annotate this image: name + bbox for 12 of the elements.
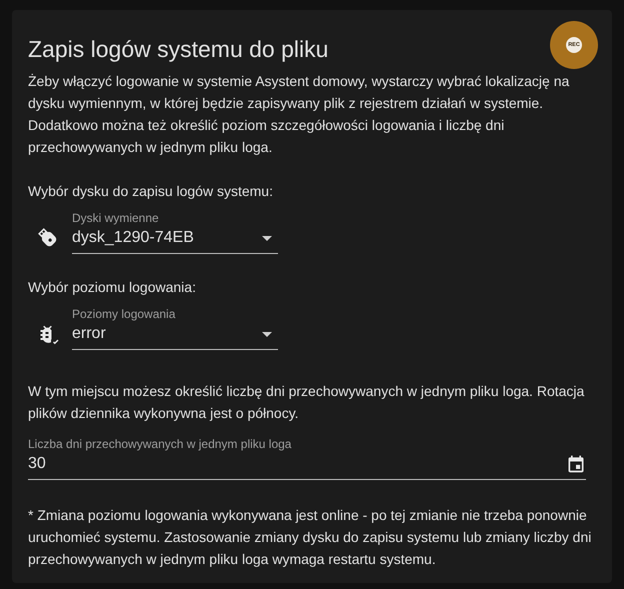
intro-text: Żeby włączyć logowanie w systemie Asystent domowy, wystarczy wybrać lokalizację na dysku wymiennym, w której będzie zapisywany plik z rejestrem działań w systemie. Dodatkowo można też określić poziom szczegółowości logowania i liczbę dni przechowywanych w jednym pliku loga.: [28, 72, 570, 157]
card-title: Zapis logów systemu do pliku: [28, 35, 328, 64]
dropdown-field[interactable]: Dyski wymienne dysk_1290-74EB: [72, 210, 278, 254]
days-input-field[interactable]: Liczba dni przechowywanych w jednym pliku loga 30: [28, 436, 586, 480]
section-heading: Wybór dysku do zapisu logów systemu:: [28, 182, 274, 201]
dropdown-field[interactable]: Poziomy logowania error: [72, 306, 278, 350]
retention-text: W tym miejscu możesz określić liczbę dni przechowywanych w jednym pliku loga. Rotacja plików dziennika wykonywna jest o północy.: [28, 382, 586, 423]
calendar-icon[interactable]: [566, 454, 586, 474]
note-text: * Zmiana poziomu logowania wykonywana jest online - po tej zmianie nie trzeba ponownie uruchomieć systemu. Zastosowanie zmiany dysku do zapisu systemu lub zmiany liczby dni przechowywanych w jednym pliku loga wymaga restartu systemu.: [28, 506, 592, 569]
section-heading: Wybór poziomu logowania:: [28, 278, 197, 297]
dropdown-caret-icon: [262, 332, 272, 336]
dropdown-caret-icon: [262, 236, 272, 240]
